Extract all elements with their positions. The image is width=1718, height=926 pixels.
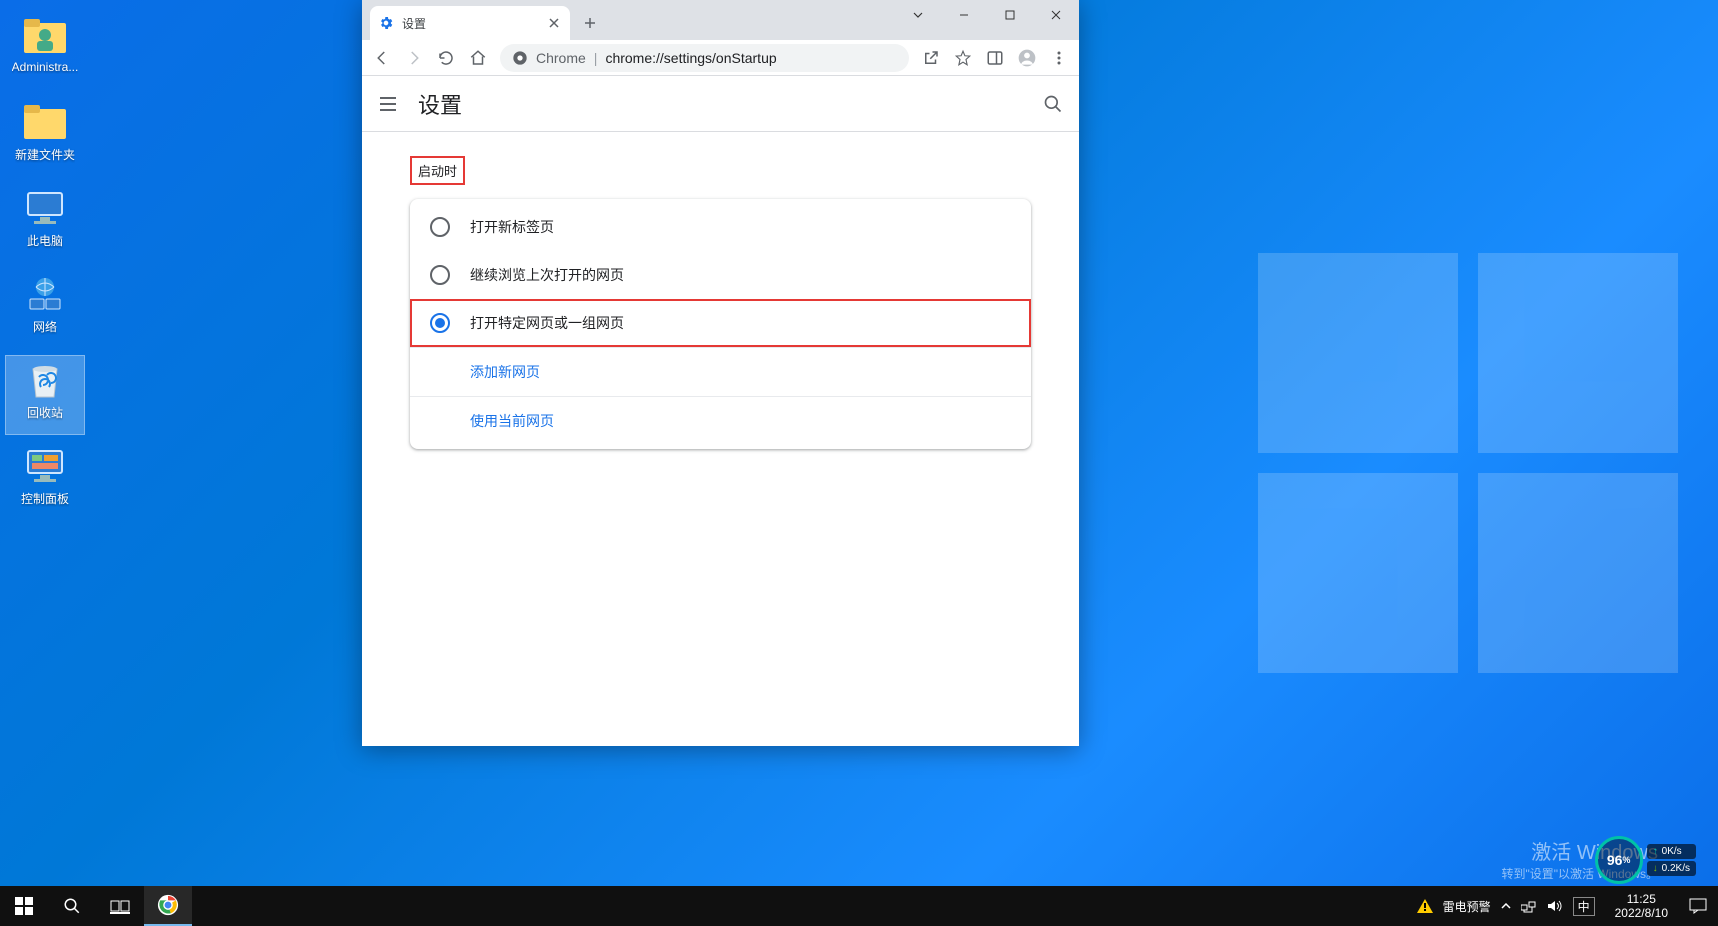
- settings-body: 启动时 打开新标签页 继续浏览上次打开的网页 打开特定网页或一组网页 添加新网页…: [362, 132, 1079, 746]
- option-continue[interactable]: 继续浏览上次打开的网页: [410, 251, 1031, 299]
- profile-button[interactable]: [1013, 44, 1041, 72]
- dropdown-button[interactable]: [895, 0, 941, 30]
- notifications-button[interactable]: [1678, 886, 1718, 926]
- desktop-icons: Administra... 新建文件夹 此电脑 网络 回收: [6, 12, 166, 528]
- settings-page-title: 设置: [418, 88, 462, 120]
- menu-button[interactable]: [1045, 44, 1073, 72]
- task-view-button[interactable]: [96, 886, 144, 926]
- section-title-startup: 启动时: [410, 156, 465, 185]
- taskbar: 雷电预警 中 11:25 2022/8/10: [0, 886, 1718, 926]
- pc-icon: [23, 186, 67, 230]
- link-use-current-pages[interactable]: 使用当前网页: [410, 396, 1031, 445]
- icon-label: 此电脑: [27, 232, 63, 249]
- speed-readout: ↑ 0K/s ↓ 0.2K/s: [1647, 844, 1696, 876]
- network-tray-icon[interactable]: [1521, 899, 1537, 913]
- desktop-icon-new-folder[interactable]: 新建文件夹: [6, 98, 84, 176]
- system-tray: 雷电预警 中: [1407, 897, 1605, 916]
- gauge-circle: 96%: [1595, 836, 1643, 884]
- minimize-button[interactable]: [941, 0, 987, 30]
- arrow-up-icon: ↑: [1653, 846, 1658, 857]
- side-panel-button[interactable]: [981, 44, 1009, 72]
- taskbar-left: [0, 886, 192, 926]
- window-controls: [895, 0, 1079, 30]
- chrome-window: 设置 Chrome |: [362, 0, 1079, 746]
- link-add-new-page[interactable]: 添加新网页: [410, 347, 1031, 396]
- desktop-icon-this-pc[interactable]: 此电脑: [6, 184, 84, 262]
- arrow-down-icon: ↓: [1653, 863, 1658, 874]
- control-panel-icon: [23, 444, 67, 488]
- home-button[interactable]: [464, 44, 492, 72]
- search-button[interactable]: [48, 886, 96, 926]
- settings-search-icon[interactable]: [1043, 94, 1063, 114]
- radio-icon: [430, 265, 450, 285]
- maximize-button[interactable]: [987, 0, 1033, 30]
- back-button[interactable]: [368, 44, 396, 72]
- desktop: Administra... 新建文件夹 此电脑 网络 回收: [0, 0, 1718, 926]
- tab-title: 设置: [402, 15, 426, 32]
- windows-logo-bg: [1258, 253, 1678, 673]
- tray-overflow-icon[interactable]: [1501, 903, 1511, 909]
- bookmark-button[interactable]: [949, 44, 977, 72]
- clock[interactable]: 11:25 2022/8/10: [1605, 892, 1678, 921]
- icon-label: 网络: [33, 318, 57, 335]
- gauge-value: 96: [1607, 852, 1623, 868]
- startup-card: 打开新标签页 继续浏览上次打开的网页 打开特定网页或一组网页 添加新网页 使用当…: [410, 199, 1031, 449]
- chrome-taskbar-icon[interactable]: [144, 886, 192, 926]
- network-widget[interactable]: 96% ↑ 0K/s ↓ 0.2K/s: [1595, 836, 1696, 884]
- option-new-tab[interactable]: 打开新标签页: [410, 203, 1031, 251]
- user-folder-icon: [23, 14, 67, 58]
- reload-button[interactable]: [432, 44, 460, 72]
- chrome-logo-icon: [512, 50, 528, 66]
- start-button[interactable]: [0, 886, 48, 926]
- option-specific-pages[interactable]: 打开特定网页或一组网页: [410, 299, 1031, 347]
- weather-alert-label[interactable]: 雷电预警: [1443, 898, 1491, 915]
- forward-button[interactable]: [400, 44, 428, 72]
- folder-icon: [23, 100, 67, 144]
- share-button[interactable]: [917, 44, 945, 72]
- titlebar[interactable]: 设置: [362, 0, 1079, 40]
- settings-gear-icon: [378, 15, 394, 31]
- gauge-unit: %: [1622, 855, 1630, 865]
- radio-icon: [430, 217, 450, 237]
- clock-time: 11:25: [1615, 892, 1668, 906]
- network-icon: [23, 272, 67, 316]
- browser-tab[interactable]: 设置: [370, 6, 570, 40]
- omnibox-url: chrome://settings/onStartup: [605, 50, 776, 66]
- hamburger-icon[interactable]: [378, 94, 402, 114]
- option-label: 打开新标签页: [470, 217, 554, 237]
- warning-icon[interactable]: [1417, 899, 1433, 913]
- taskbar-right: 雷电预警 中 11:25 2022/8/10: [1407, 886, 1718, 926]
- clock-date: 2022/8/10: [1615, 906, 1668, 920]
- toolbar: Chrome | chrome://settings/onStartup: [362, 40, 1079, 76]
- settings-header: 设置: [362, 76, 1079, 132]
- radio-icon: [430, 313, 450, 333]
- desktop-icon-network[interactable]: 网络: [6, 270, 84, 348]
- omnibox-separator: |: [594, 50, 598, 66]
- tab-close-icon[interactable]: [546, 15, 562, 31]
- desktop-icon-control-panel[interactable]: 控制面板: [6, 442, 84, 520]
- ime-indicator[interactable]: 中: [1573, 897, 1595, 916]
- upload-speed: ↑ 0K/s: [1647, 844, 1696, 859]
- recycle-bin-icon: [23, 358, 67, 402]
- volume-tray-icon[interactable]: [1547, 899, 1563, 913]
- icon-label: 新建文件夹: [15, 146, 75, 163]
- desktop-icon-recycle-bin[interactable]: 回收站: [6, 356, 84, 434]
- new-tab-button[interactable]: [576, 9, 604, 37]
- icon-label: 控制面板: [21, 490, 69, 507]
- upload-value: 0K/s: [1662, 846, 1682, 857]
- option-label: 继续浏览上次打开的网页: [470, 265, 624, 285]
- download-value: 0.2K/s: [1662, 863, 1690, 874]
- desktop-icon-administrator[interactable]: Administra...: [6, 12, 84, 90]
- omnibox[interactable]: Chrome | chrome://settings/onStartup: [500, 44, 909, 72]
- download-speed: ↓ 0.2K/s: [1647, 861, 1696, 876]
- icon-label: 回收站: [27, 404, 63, 421]
- option-label: 打开特定网页或一组网页: [470, 313, 624, 333]
- close-button[interactable]: [1033, 0, 1079, 30]
- icon-label: Administra...: [12, 60, 79, 74]
- omnibox-prefix: Chrome: [536, 50, 586, 66]
